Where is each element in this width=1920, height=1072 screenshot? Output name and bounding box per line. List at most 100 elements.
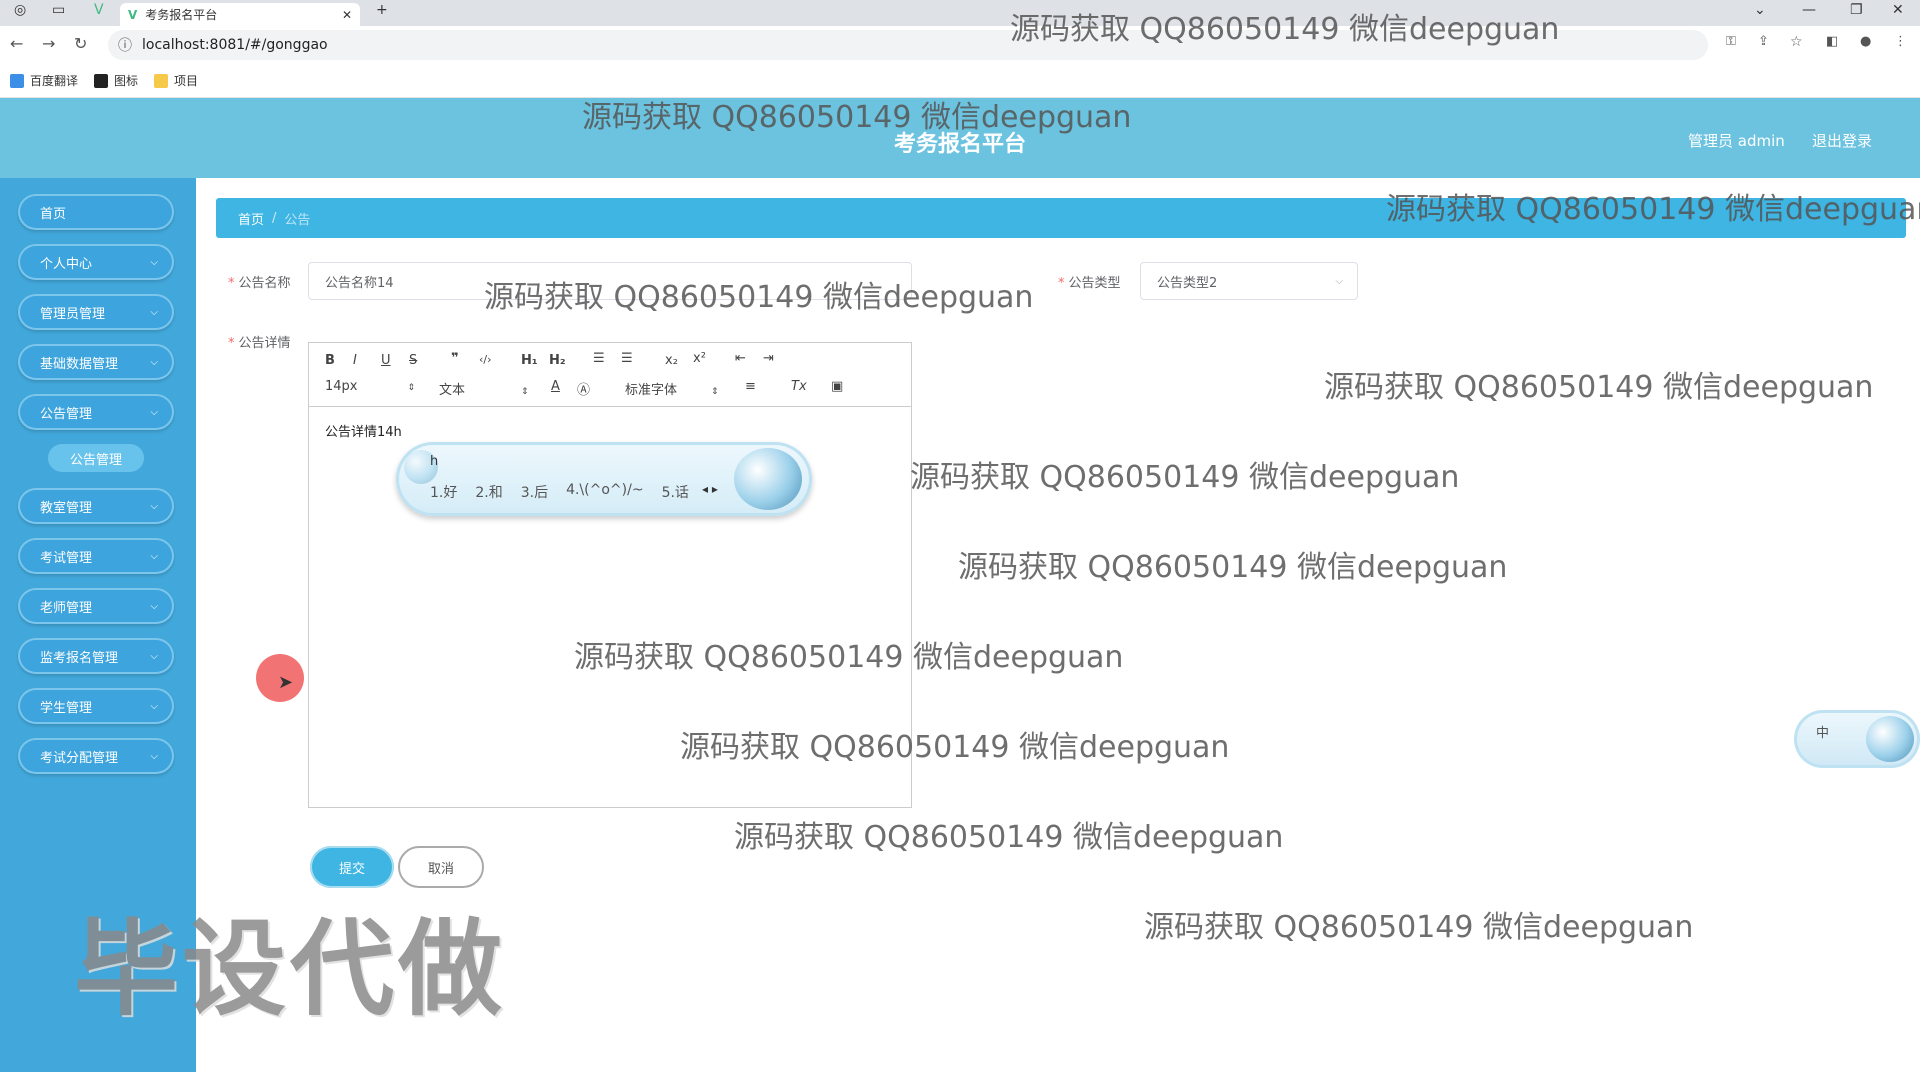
ime-mode-label: 中 xyxy=(1816,726,1830,741)
breadcrumb-home[interactable]: 首页 xyxy=(238,209,264,228)
image-upload-icon[interactable]: ▣ xyxy=(831,379,843,394)
sidebar-subitem-notice[interactable]: 公告管理 xyxy=(48,444,144,472)
key-icon[interactable]: ⚿ xyxy=(1726,34,1736,49)
vue-tab-icon[interactable]: V xyxy=(94,2,104,18)
big-watermark: 毕设代做 xyxy=(74,908,507,1030)
sidebar-item-home[interactable]: 首页 xyxy=(18,194,174,230)
cancel-button[interactable]: 取消 xyxy=(398,846,484,888)
sidebar-item-exam[interactable]: 考试管理 ⌵ xyxy=(18,538,174,574)
watermark-text: 源码获取 QQ86050149 微信deepguan xyxy=(1144,910,1694,945)
header-select[interactable]: 文本 ⇕ xyxy=(439,379,529,398)
sidebar-item-classroom[interactable]: 教室管理 ⌵ xyxy=(18,488,174,524)
watermark-text: 源码获取 QQ86050149 微信deepguan xyxy=(1324,370,1874,405)
heading2-icon[interactable]: H₂ xyxy=(549,353,566,368)
align-icon[interactable]: ≡ xyxy=(745,379,756,394)
bookmark-baidu-translate[interactable]: 百度翻译 xyxy=(10,72,78,89)
tab-inactive-icon[interactable]: ▭ xyxy=(52,2,65,18)
forward-icon[interactable]: → xyxy=(42,34,55,53)
sidebar-item-teacher[interactable]: 老师管理 ⌵ xyxy=(18,588,174,624)
bookmark-label: 图标 xyxy=(114,74,139,88)
blockquote-icon[interactable]: ❞ xyxy=(451,351,459,366)
chevron-down-icon: ⌵ xyxy=(150,550,158,562)
watermark-text: 源码获取 QQ86050149 微信deepguan xyxy=(910,460,1460,495)
watermark-text: 源码获取 QQ86050149 微信deepguan xyxy=(1386,192,1920,227)
sidebar-item-label: 教室管理 xyxy=(40,500,93,516)
sidebar-item-personal[interactable]: 个人中心 ⌵ xyxy=(18,244,174,280)
indent-icon[interactable]: ⇥ xyxy=(763,351,774,366)
font-color-icon[interactable]: A xyxy=(551,379,560,394)
clear-format-icon[interactable]: Tx xyxy=(791,379,807,394)
ime-candidate[interactable]: 3.后 xyxy=(521,482,548,502)
tab-search-chevron-icon[interactable]: ⌄ xyxy=(1754,2,1766,18)
window-close-icon[interactable]: ✕ xyxy=(1892,2,1904,18)
notice-detail-label: * 公告详情 xyxy=(228,336,291,351)
notice-type-label: * 公告类型 xyxy=(1058,276,1121,291)
underline-icon[interactable]: U xyxy=(381,353,391,368)
bookmark-star-icon[interactable]: ☆ xyxy=(1790,34,1803,50)
close-tab-icon[interactable]: ✕ xyxy=(342,8,352,22)
ime-status-widget[interactable]: 中 xyxy=(1794,710,1920,768)
chevron-down-icon: ⌵ xyxy=(150,306,158,318)
reload-icon[interactable]: ↻ xyxy=(74,34,87,53)
bold-icon[interactable]: B xyxy=(325,353,335,368)
ime-candidate[interactable]: 4.\(^o^)/~ xyxy=(566,482,643,502)
ime-candidate[interactable]: 2.和 xyxy=(475,482,502,502)
background-color-icon[interactable]: Ⓐ xyxy=(577,379,590,398)
subscript-icon[interactable]: x₂ xyxy=(665,353,678,368)
new-tab-icon[interactable]: + xyxy=(376,2,388,18)
tab-title: 考务报名平台 xyxy=(145,8,218,22)
ime-page-arrows-icon[interactable]: ◂ ▸ xyxy=(702,482,718,496)
outdent-icon[interactable]: ⇤ xyxy=(735,351,746,366)
sidebar-item-proctor-signup[interactable]: 监考报名管理 ⌵ xyxy=(18,638,174,674)
ime-candidate[interactable]: 1.好 xyxy=(430,482,457,502)
notice-type-select[interactable]: 公告类型2 ⌵ xyxy=(1140,262,1358,300)
ime-candidate[interactable]: 5.话 xyxy=(662,482,689,502)
profile-icon[interactable]: ● xyxy=(1860,34,1871,49)
submit-button[interactable]: 提交 xyxy=(310,846,394,888)
watermark-text: 源码获取 QQ86050149 微信deepguan xyxy=(1010,12,1560,47)
restore-icon[interactable]: ❐ xyxy=(1850,2,1863,18)
sidebar-item-notice[interactable]: 公告管理 ⌵ xyxy=(18,394,174,430)
mouse-pointer-icon: ➤ xyxy=(278,672,294,693)
ordered-list-icon[interactable]: ☰ xyxy=(593,351,605,366)
logout-link[interactable]: 退出登录 xyxy=(1812,130,1872,151)
breadcrumb-current: 公告 xyxy=(284,212,311,228)
sidebar-item-label: 个人中心 xyxy=(40,256,93,272)
strike-icon[interactable]: S xyxy=(409,353,417,368)
chevron-down-icon: ⌵ xyxy=(150,600,158,612)
chevron-down-icon: ⌵ xyxy=(150,700,158,712)
more-menu-icon[interactable]: ⋮ xyxy=(1894,34,1907,49)
ime-input-text: h xyxy=(430,454,439,469)
code-icon[interactable]: ‹/› xyxy=(479,353,492,366)
chevron-down-icon: ⌵ xyxy=(150,356,158,368)
italic-icon[interactable]: I xyxy=(353,353,357,368)
font-family-select[interactable]: 标准字体 ⇕ xyxy=(625,379,719,398)
side-panel-icon[interactable]: ◧ xyxy=(1826,34,1838,49)
editor-content[interactable]: 公告详情14h xyxy=(325,421,402,440)
heading1-icon[interactable]: H₁ xyxy=(521,353,538,368)
sidebar-item-label: 首页 xyxy=(40,206,67,222)
superscript-icon[interactable]: x² xyxy=(693,351,706,366)
chevron-down-icon: ⌵ xyxy=(1335,275,1343,287)
minimize-icon[interactable]: — xyxy=(1802,2,1816,18)
bookmark-projects[interactable]: 项目 xyxy=(154,72,198,89)
sidebar-item-exam-assign[interactable]: 考试分配管理 ⌵ xyxy=(18,738,174,774)
browser-tab-active[interactable]: V 考务报名平台 ✕ xyxy=(120,3,360,26)
site-info-icon[interactable]: ⓘ xyxy=(118,35,132,55)
folder-icon xyxy=(154,73,169,88)
bookmark-icons[interactable]: 图标 xyxy=(94,72,138,89)
sidebar-item-basic-data[interactable]: 基础数据管理 ⌵ xyxy=(18,344,174,380)
editor-toolbar: B I U S ❞ ‹/› H₁ H₂ ☰ ☰ x₂ x² ⇤ ⇥ 14px ⇕ … xyxy=(309,343,911,407)
sidebar-item-student[interactable]: 学生管理 ⌵ xyxy=(18,688,174,724)
sidebar-item-admin[interactable]: 管理员管理 ⌵ xyxy=(18,294,174,330)
sidebar-item-label: 基础数据管理 xyxy=(40,356,119,372)
back-icon[interactable]: ← xyxy=(10,34,23,53)
sidebar-item-label: 监考报名管理 xyxy=(40,650,119,666)
browser-menu-icon[interactable]: ◎ xyxy=(14,2,26,18)
font-size-select[interactable]: 14px ⇕ xyxy=(325,379,415,394)
bullet-list-icon[interactable]: ☰ xyxy=(621,351,633,366)
sidebar-item-label: 考试管理 xyxy=(40,550,93,566)
share-icon[interactable]: ⇪ xyxy=(1758,34,1769,49)
notice-name-value: 公告名称14 xyxy=(325,275,394,291)
chevron-down-icon: ⌵ xyxy=(150,500,158,512)
